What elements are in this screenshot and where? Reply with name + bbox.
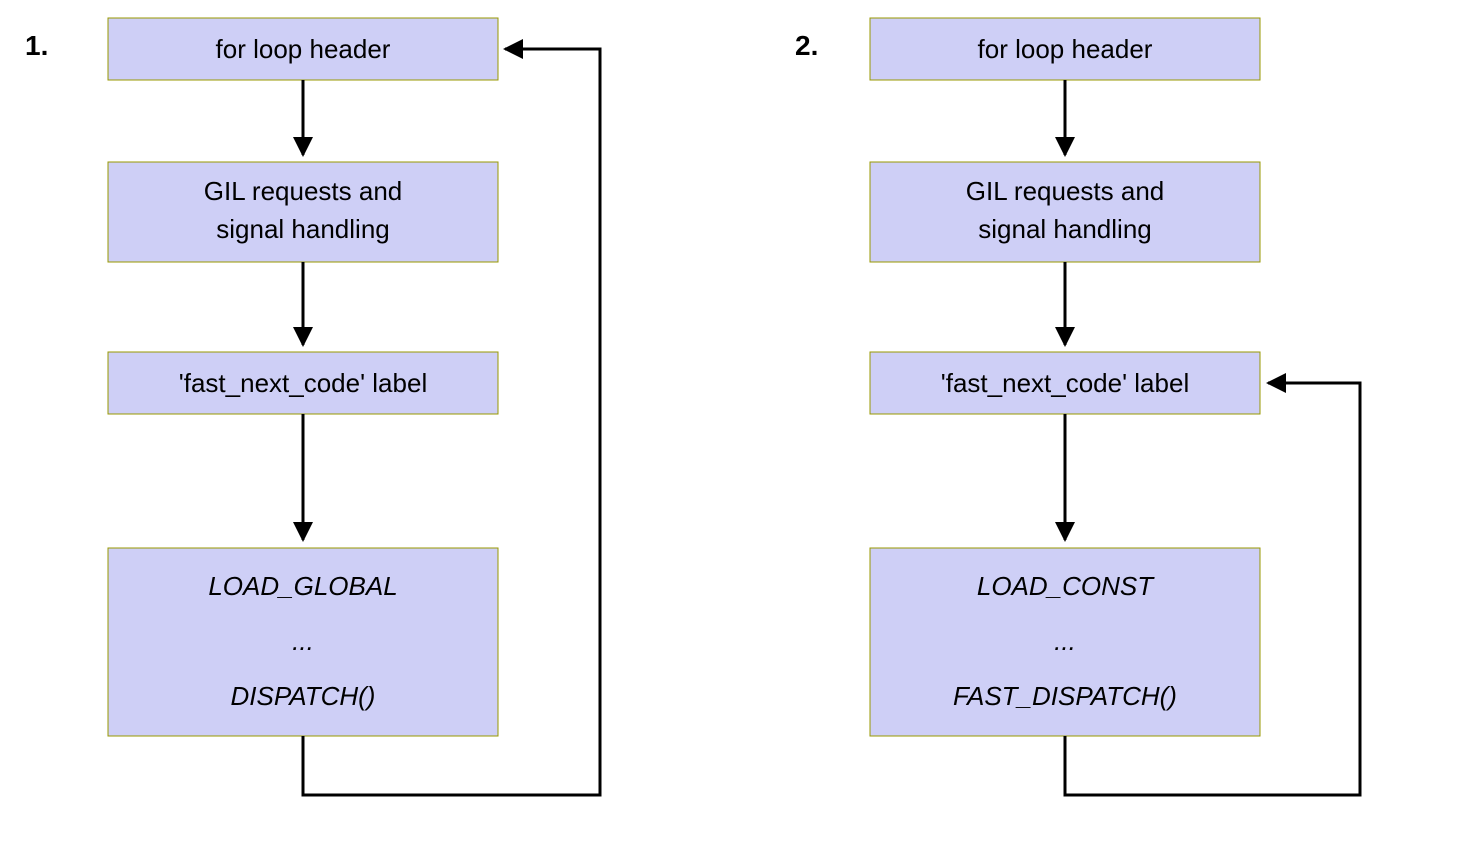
text-gil-r1: GIL requests and bbox=[966, 176, 1165, 206]
text-dispatch: DISPATCH() bbox=[231, 681, 376, 711]
text-for-loop-header-r: for loop header bbox=[978, 34, 1153, 64]
text-fast-dispatch: FAST_DISPATCH() bbox=[953, 681, 1177, 711]
text-gil-2: signal handling bbox=[216, 214, 389, 244]
text-fast-next-r: 'fast_next_code' label bbox=[941, 368, 1189, 398]
text-load-global: LOAD_GLOBAL bbox=[208, 571, 397, 601]
text-gil-1: GIL requests and bbox=[204, 176, 403, 206]
flow-diagram: 1. for loop header GIL requests and sign… bbox=[0, 0, 1479, 857]
text-for-loop-header: for loop header bbox=[216, 34, 391, 64]
text-ellipsis-r: ... bbox=[1054, 626, 1076, 656]
label-number-2: 2. bbox=[795, 30, 818, 61]
label-number-1: 1. bbox=[25, 30, 48, 61]
flow-left: 1. for loop header GIL requests and sign… bbox=[25, 18, 600, 795]
text-fast-next: 'fast_next_code' label bbox=[179, 368, 427, 398]
flow-right: 2. for loop header GIL requests and sign… bbox=[795, 18, 1360, 795]
text-gil-r2: signal handling bbox=[978, 214, 1151, 244]
text-load-const: LOAD_CONST bbox=[977, 571, 1155, 601]
text-ellipsis: ... bbox=[292, 626, 314, 656]
